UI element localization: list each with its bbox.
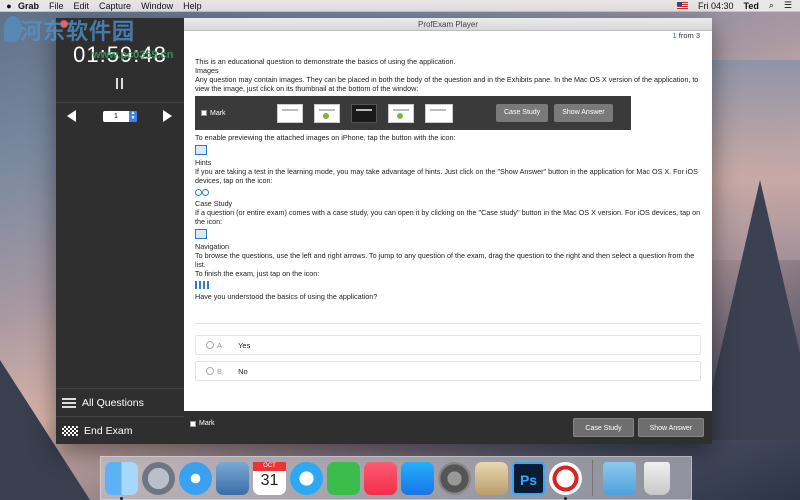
mark-checkbox[interactable]: Mark (190, 420, 215, 427)
exhibit-thumbnail[interactable] (388, 103, 414, 123)
bottom-toolbar: Mark Case Study Show Answer (184, 411, 712, 444)
radio-button[interactable] (206, 341, 214, 349)
menu-file[interactable]: File (49, 1, 64, 11)
stepper-arrows-icon[interactable]: ▲ ▼ (129, 111, 137, 122)
answer-letter: B. (217, 366, 225, 376)
preview-icon[interactable] (216, 461, 249, 495)
exhibit-thumbnail[interactable] (277, 103, 303, 123)
menu-edit[interactable]: Edit (74, 1, 90, 11)
counter-current: 1 (672, 31, 677, 40)
intro-text: This is an educational question to demon… (195, 57, 456, 66)
all-questions-label: All Questions (82, 396, 144, 409)
exhibit-thumbnail[interactable] (425, 103, 453, 123)
sidebar: 01:59:48 1 ▲ ▼ All Questions End Exam (56, 18, 184, 444)
previous-question-icon[interactable] (67, 110, 76, 122)
calendar-icon[interactable] (253, 461, 286, 495)
music-icon[interactable] (364, 461, 397, 495)
finish-flag-icon (195, 281, 211, 289)
window-title: ProfExam Player (417, 20, 479, 29)
input-source-flag-icon[interactable] (677, 2, 688, 9)
hints-heading: Hints (195, 158, 212, 167)
demo-show-answer-button: Show Answer (554, 104, 613, 122)
list-icon (62, 397, 76, 408)
question-number-value[interactable]: 1 (103, 113, 129, 120)
sidebar-divider (56, 102, 184, 103)
case-study-button[interactable]: Case Study (573, 418, 634, 437)
dock-separator (592, 460, 593, 496)
radio-button[interactable] (206, 367, 214, 375)
case-study-icon (195, 229, 207, 239)
exhibit-thumbnail[interactable] (351, 103, 377, 123)
downloads-folder-icon[interactable] (603, 461, 636, 495)
case-study-heading: Case Study (195, 199, 233, 208)
watermark-url: www.pc0359.cn (92, 49, 174, 61)
menu-app-name[interactable]: Grab (18, 1, 39, 11)
demo-mark-checkbox: Mark (201, 109, 277, 118)
exhibit-thumbnail[interactable] (314, 103, 340, 123)
finder-icon[interactable] (105, 461, 138, 500)
trash-icon[interactable] (644, 461, 670, 495)
all-questions-button[interactable]: All Questions (56, 388, 184, 416)
checkbox-icon[interactable] (190, 420, 196, 427)
app-store-icon[interactable] (401, 461, 434, 495)
archive-utility-icon[interactable] (475, 461, 508, 495)
window-title-bar[interactable]: ProfExam Player (184, 18, 712, 31)
answer-text: Yes (238, 340, 251, 350)
hints-text: If you are taking a test in the learning… (195, 167, 698, 185)
answers-divider (195, 323, 701, 324)
mark-label: Mark (199, 420, 215, 427)
images-text: Any question may contain images. They ca… (195, 75, 699, 93)
menu-help[interactable]: Help (183, 1, 202, 11)
show-answer-button[interactable]: Show Answer (637, 418, 704, 437)
dock: Ps (100, 456, 692, 500)
desktop-mountain (700, 180, 800, 440)
answer-text: No (238, 366, 248, 376)
facetime-icon[interactable] (327, 461, 360, 495)
question-number-stepper[interactable]: 1 ▲ ▼ (103, 111, 137, 122)
counter-total: from 3 (678, 31, 700, 40)
end-exam-button[interactable]: End Exam (56, 416, 184, 444)
question-counter: 1 from 3 (672, 31, 700, 40)
checkbox-icon (201, 110, 207, 116)
pause-icon[interactable] (112, 76, 128, 92)
demo-case-study-button: Case Study (496, 104, 549, 122)
case-study-text: If a question (or entire exam) comes wit… (195, 208, 701, 226)
menu-user[interactable]: Ted (744, 1, 759, 11)
system-preferences-icon[interactable] (438, 461, 471, 495)
exhibit-toolbar-image: Mark Case Study Show Answer (195, 96, 631, 130)
images-heading: Images (195, 66, 219, 75)
profexam-window: 01:59:48 1 ▲ ▼ All Questions End Exam Pro… (56, 18, 712, 444)
image-preview-icon (195, 145, 207, 155)
photoshop-icon[interactable]: Ps (512, 461, 545, 495)
finish-text: To finish the exam, just tap on the icon… (195, 269, 320, 278)
answer-letter: A. (217, 340, 225, 350)
navigation-text: To browse the questions, use the left an… (195, 251, 695, 269)
apple-menu-icon[interactable]: ● (0, 1, 18, 11)
menu-capture[interactable]: Capture (99, 1, 131, 11)
question-pane: 1 from 3 This is an educational question… (184, 31, 712, 411)
safari-icon[interactable] (179, 461, 212, 495)
navigation-heading: Navigation (195, 242, 229, 251)
question-body: This is an educational question to demon… (195, 57, 705, 301)
menu-clock[interactable]: Fri 04:30 (698, 1, 734, 11)
iphone-text: To enable previewing the attached images… (195, 133, 456, 142)
demo-mark-label: Mark (210, 109, 226, 117)
launchpad-icon[interactable] (142, 461, 175, 495)
watermark-text: 河东软件园 (20, 19, 136, 44)
next-question-icon[interactable] (163, 110, 172, 122)
checkered-flag-icon (62, 425, 78, 436)
answer-option-a[interactable]: A. Yes (195, 335, 701, 355)
spotlight-icon[interactable]: ⌕ (769, 0, 774, 11)
menu-window[interactable]: Window (141, 1, 173, 11)
pdf-editor-icon[interactable] (549, 461, 582, 500)
notification-center-icon[interactable]: ☰ (784, 0, 792, 11)
question-text: Have you understood the basics of using … (195, 292, 378, 301)
end-exam-label: End Exam (84, 424, 133, 437)
answer-option-b[interactable]: B. No (195, 361, 701, 381)
menu-bar: ● Grab File Edit Capture Window Help Fri… (0, 0, 800, 12)
messages-icon[interactable] (290, 461, 323, 495)
hint-glasses-icon (195, 188, 209, 196)
